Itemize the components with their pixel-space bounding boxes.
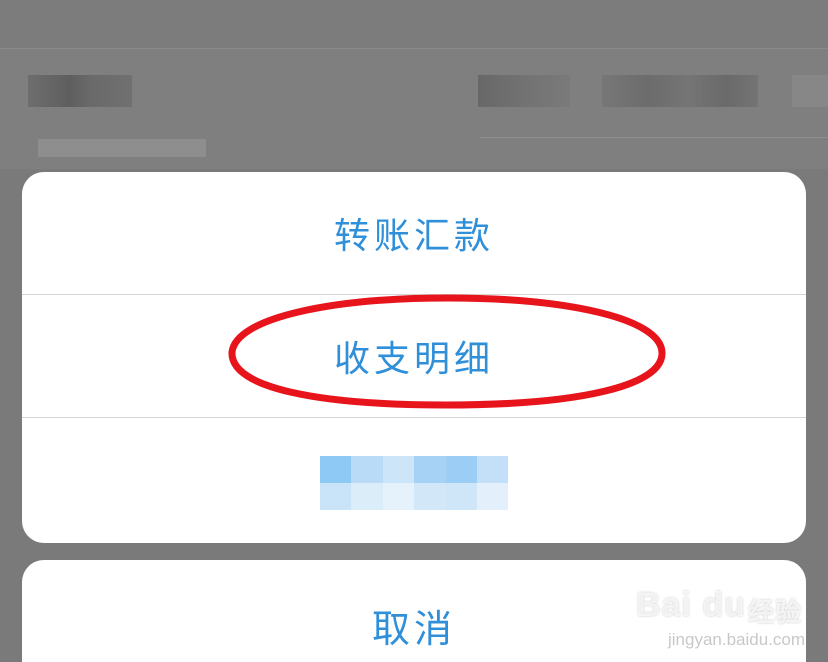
transaction-details-option[interactable]: 收支明细 bbox=[22, 295, 806, 417]
blurred-edge-block bbox=[792, 75, 828, 107]
action-sheet: 转账汇款 收支明细 bbox=[22, 172, 806, 543]
blurred-balance-label bbox=[478, 75, 570, 107]
background-divider bbox=[480, 137, 828, 138]
transfer-option-label: 转账汇款 bbox=[333, 216, 494, 257]
pixelated-label bbox=[320, 455, 509, 510]
transfer-option[interactable]: 转账汇款 bbox=[22, 172, 806, 294]
background-top-bar bbox=[0, 0, 828, 49]
blurred-option[interactable] bbox=[22, 418, 806, 543]
cancel-label: 取消 bbox=[371, 607, 456, 651]
screen: 转账汇款 收支明细 取消 Bai du 经验 jingyan.baidu.com bbox=[0, 0, 828, 662]
blurred-account-name bbox=[28, 75, 132, 107]
cancel-button[interactable]: 取消 bbox=[22, 560, 806, 662]
blurred-account-number bbox=[38, 139, 206, 157]
background-account-row bbox=[0, 49, 828, 169]
transaction-details-label: 收支明细 bbox=[333, 339, 494, 380]
blurred-balance-value bbox=[602, 75, 758, 107]
